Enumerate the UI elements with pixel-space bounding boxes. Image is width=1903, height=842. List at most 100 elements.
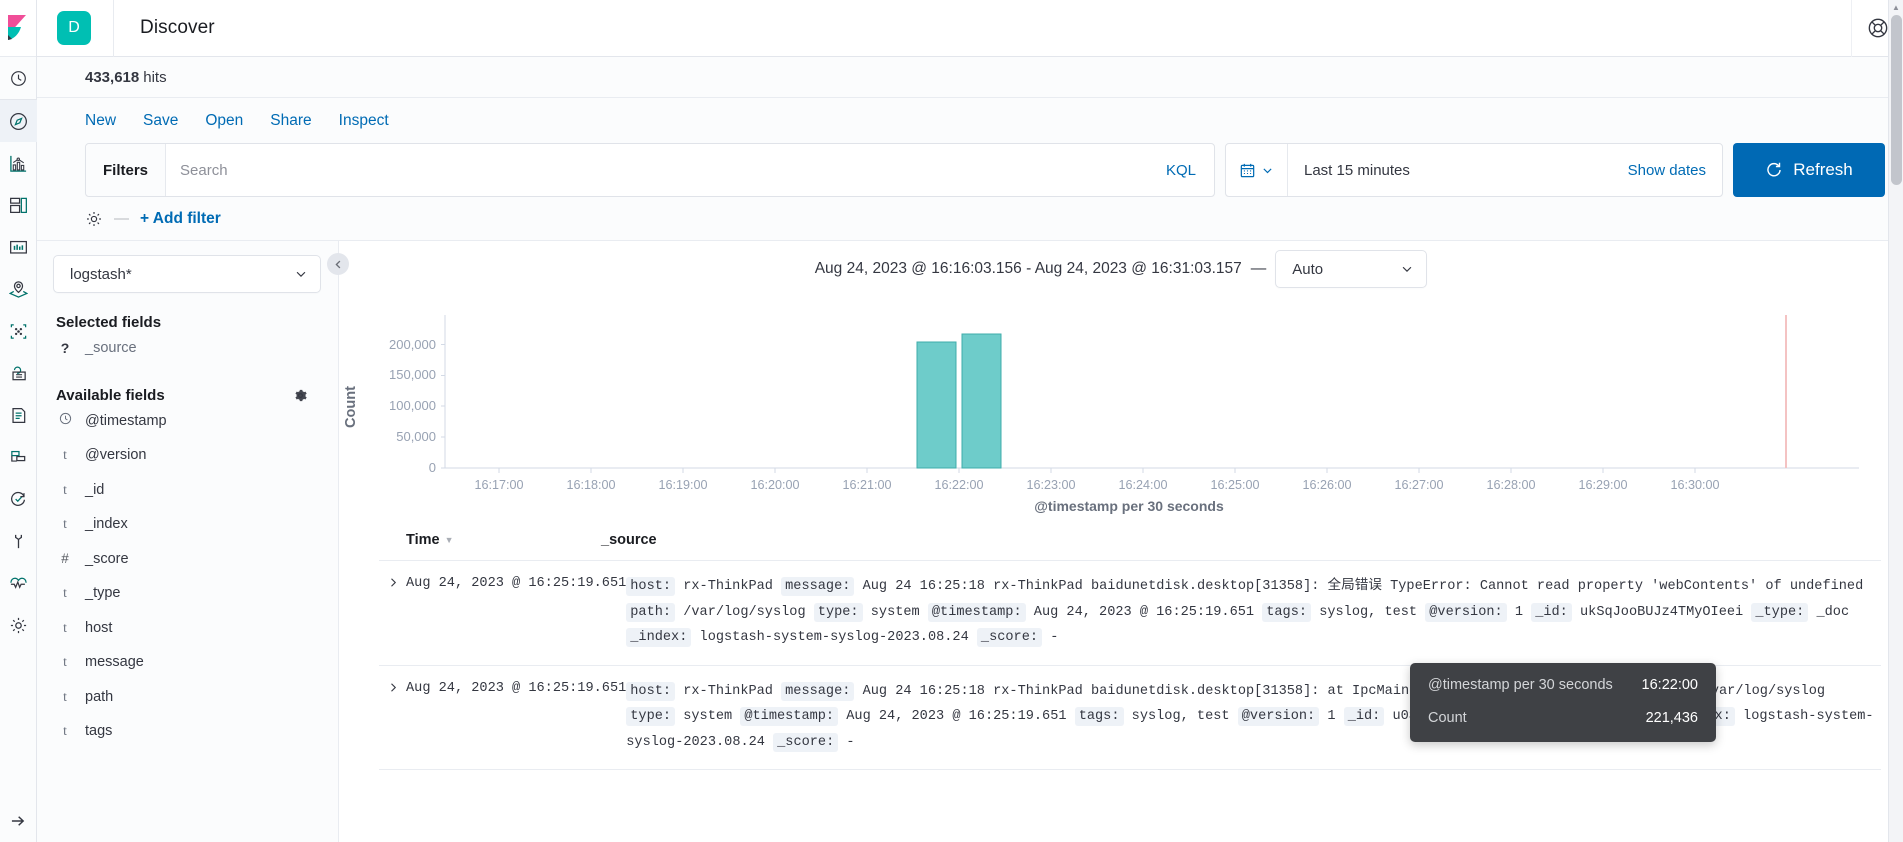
sidebar-item-dev-tools[interactable] [0,520,37,562]
row-expand-button[interactable] [379,574,406,651]
uptime-check-icon [9,490,28,509]
sort-down-icon[interactable]: ▼ [445,535,454,545]
available-fields-label: Available fields [56,387,165,404]
chevron-right-icon [387,681,399,694]
sidebar-item-apm[interactable] [0,436,37,478]
field-item-index[interactable]: t _index [53,507,322,542]
field-value: - [1050,630,1058,645]
kibana-logo-icon [7,15,29,41]
nav-inspect[interactable]: Inspect [339,112,389,130]
column-header-time[interactable]: Time ▼ [379,532,601,548]
calendar-icon [1239,162,1256,179]
interval-select[interactable]: Auto [1275,250,1427,288]
field-item-type[interactable]: t _type [53,576,322,611]
sidebar-item-dashboard[interactable] [0,184,37,226]
primary-nav-rail [0,0,37,842]
y-tick-label: 150,000 [389,367,436,382]
chart-header-dash: — [1251,260,1267,278]
sidebar-item-visualize[interactable] [0,142,37,184]
sidebar-item-recently-viewed[interactable] [0,57,37,99]
kibana-logo[interactable] [0,0,36,57]
date-quick-select-button[interactable] [1226,144,1288,196]
field-item-version[interactable]: t @version [53,438,322,473]
field-value: logstash-system-syslog-2023.08.24 [700,630,969,645]
field-key: @timestamp: [928,603,1026,622]
field-key: _id: [1344,707,1385,726]
sidebar-item-machine-learning[interactable] [0,310,37,352]
refresh-button[interactable]: Refresh [1733,143,1885,197]
chart-tooltip: @timestamp per 30 seconds 16:22:00 Count… [1410,663,1716,742]
field-key: @timestamp: [740,707,838,726]
sidebar-item-infrastructure[interactable] [0,352,37,394]
row-time: Aug 24, 2023 @ 16:25:19.651 [406,574,626,651]
sidebar-item-discover[interactable] [0,100,37,142]
time-range-label[interactable]: Last 15 minutes [1288,162,1612,179]
server-cloud-icon [9,364,28,383]
field-item-host[interactable]: t host [53,611,322,646]
sidebar-item-maps[interactable] [0,268,37,310]
page-scrollbar[interactable]: ▲ [1888,0,1903,842]
nav-save[interactable]: Save [143,112,178,130]
svg-text:16:21:00: 16:21:00 [842,478,891,492]
hits-count: 433,618 [85,69,139,86]
field-item-message[interactable]: t message [53,645,322,680]
y-tick-label: 200,000 [389,337,436,352]
lifebuoy-icon [1867,17,1889,39]
add-filter-button[interactable]: + Add filter [140,210,221,228]
y-tick-label: 100,000 [389,398,436,413]
histogram-chart[interactable]: Count 200,000 150,000 100,000 50,000 0 [339,297,1861,519]
field-value: Aug 24, 2023 @ 16:25:19.651 [846,709,1066,724]
filters-button[interactable]: Filters [86,144,166,196]
sidebar-item-monitoring[interactable] [0,562,37,604]
scroll-up-arrow[interactable]: ▲ [1889,0,1903,15]
field-sidebar: logstash* Selected fields ? _source Avai… [37,241,339,842]
table-row[interactable]: Aug 24, 2023 @ 16:25:19.651 host: rx-Thi… [379,561,1881,666]
svg-text:16:22:00: 16:22:00 [934,478,983,492]
row-expand-button[interactable] [379,679,406,756]
field-item-timestamp[interactable]: @timestamp [53,404,322,439]
field-key: @version: [1238,707,1319,726]
field-key: _type: [1751,603,1808,622]
field-key: type: [626,707,675,726]
field-value: 1 [1515,605,1523,620]
field-item-source[interactable]: ? _source [53,331,322,366]
kql-language-button[interactable]: KQL [1148,162,1214,179]
gear-icon[interactable] [293,388,308,403]
tooltip-row: Count 221,436 [1428,710,1698,726]
field-value: /var/log/syslog [1703,684,1825,699]
histogram-svg: Count 200,000 150,000 100,000 50,000 0 [339,297,1863,519]
y-axis-title: Count [343,386,359,428]
nav-new[interactable]: New [85,112,116,130]
sidebar-item-canvas[interactable] [0,226,37,268]
field-value: ukSqJooBUJz4TMyOIeei [1580,605,1743,620]
field-value: 1 [1327,709,1335,724]
tooltip-count-label: Count [1428,710,1467,726]
field-item-path[interactable]: t path [53,680,322,715]
sidebar-collapse-button[interactable] [327,253,349,275]
field-item-id[interactable]: t _id [53,473,322,508]
nav-expand-button[interactable] [0,800,37,842]
sidebar-item-logs[interactable] [0,394,37,436]
field-label: _index [85,516,128,532]
search-input[interactable] [166,162,1148,179]
field-item-tags[interactable]: t tags [53,714,322,749]
nav-share[interactable]: Share [270,112,311,130]
sidebar-item-uptime[interactable] [0,478,37,520]
kibana-discover-app: D Discover 433,618 hits New Save Open S [0,0,1903,842]
show-dates-button[interactable]: Show dates [1612,162,1722,179]
nav-open[interactable]: Open [205,112,243,130]
refresh-label: Refresh [1793,160,1853,180]
string-type-icon: t [58,654,72,670]
scrollbar-thumb[interactable] [1891,15,1902,185]
svg-text:16:24:00: 16:24:00 [1118,478,1167,492]
column-header-source[interactable]: _source [601,532,1881,548]
field-item-score[interactable]: # _score [53,542,322,577]
field-label: _id [85,482,104,498]
document-logs-icon [9,406,28,425]
app-badge[interactable]: D [57,11,91,45]
index-pattern-select[interactable]: logstash* [53,255,321,293]
histogram-bar [917,342,956,468]
sidebar-item-management[interactable] [0,604,37,646]
field-key: tags: [1075,707,1124,726]
date-type-icon [58,412,72,429]
